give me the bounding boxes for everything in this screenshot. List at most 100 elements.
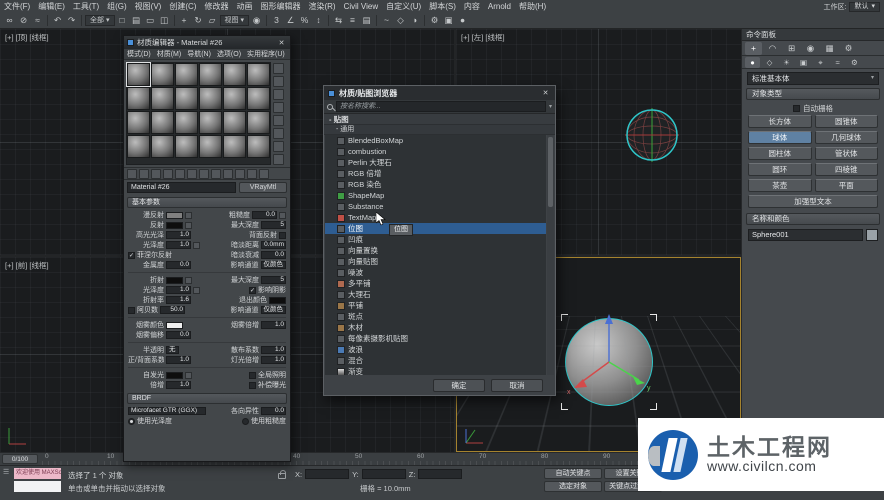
map-type-item[interactable]: 波浪 xyxy=(325,344,546,355)
use-roughness-radio[interactable] xyxy=(242,418,249,425)
object-color-swatch[interactable] xyxy=(866,229,878,241)
selected-objects-dropdown[interactable]: 选定对象 xyxy=(544,481,602,492)
map-type-item[interactable]: 向量贴图 xyxy=(325,256,546,267)
browser-titlebar[interactable]: 材质/贴图浏览器 ✕ xyxy=(324,86,555,100)
cone-button[interactable]: 圆锥体 xyxy=(815,115,879,128)
material-sample-slot[interactable] xyxy=(151,111,174,134)
geometry-icon[interactable]: ● xyxy=(745,57,760,68)
put-to-library-icon[interactable] xyxy=(187,169,197,179)
maps-group-header[interactable]: - 贴图 xyxy=(324,114,555,125)
fog-color-swatch[interactable] xyxy=(166,322,183,329)
tab-hierarchy-icon[interactable]: ⊞ xyxy=(783,42,800,55)
ok-button[interactable]: 确定 xyxy=(433,379,485,392)
bind-to-space-warp-icon[interactable]: ≈ xyxy=(31,14,44,27)
material-sample-slot[interactable] xyxy=(247,111,270,134)
map-type-item[interactable]: 向量置换 xyxy=(325,245,546,256)
material-sample-slot[interactable] xyxy=(127,63,150,86)
teapot-button[interactable]: 茶壶 xyxy=(748,179,812,192)
menu-graph-editors[interactable]: 图形编辑器 xyxy=(256,1,304,12)
snap-toggle-icon[interactable]: 3 xyxy=(270,14,283,27)
select-and-move-icon[interactable]: + xyxy=(178,14,191,27)
selection-filter-dropdown[interactable]: 全部 ▾ xyxy=(85,15,115,26)
diffuse-color-swatch[interactable] xyxy=(166,212,183,219)
refract-color-swatch[interactable] xyxy=(166,277,183,284)
viewport-label-top[interactable]: [+] [顶] [线框] xyxy=(5,32,49,43)
menu-views[interactable]: 视图(V) xyxy=(131,1,166,12)
selection-region-icon[interactable]: ▭ xyxy=(144,14,157,27)
roughness-spinner[interactable]: 0.0 xyxy=(252,211,277,219)
material-map-navigator-icon[interactable] xyxy=(259,169,269,179)
menu-tools[interactable]: 工具(T) xyxy=(69,1,103,12)
tab-motion-icon[interactable]: ◉ xyxy=(802,42,819,55)
refract-affect-channels-dropdown[interactable]: 仅颜色 xyxy=(261,306,287,314)
menu-scripting[interactable]: 脚本(S) xyxy=(425,1,460,12)
material-sample-slot[interactable] xyxy=(127,87,150,110)
sample-tiling-icon[interactable] xyxy=(273,102,284,113)
material-sample-slot[interactable] xyxy=(199,111,222,134)
map-type-item[interactable]: 噪波 xyxy=(325,267,546,278)
fog-mult-spinner[interactable]: 1.0 xyxy=(261,321,286,329)
z-coordinate-field[interactable] xyxy=(418,469,462,479)
render-setup-icon[interactable]: ⚙ xyxy=(428,14,441,27)
angle-snap-icon[interactable]: ∠ xyxy=(284,14,297,27)
map-type-item[interactable]: 多平铺 xyxy=(325,278,546,289)
autogrid-checkbox[interactable] xyxy=(793,105,800,112)
fog-bias-spinner[interactable]: 0.0 xyxy=(166,331,191,339)
undo-icon[interactable]: ↶ xyxy=(51,14,64,27)
cylinder-button[interactable]: 圆柱体 xyxy=(748,147,812,160)
maxscript-listener-input[interactable] xyxy=(14,481,61,492)
menu-civil-view[interactable]: Civil View xyxy=(340,2,383,11)
chevron-down-icon[interactable]: ▾ xyxy=(549,103,552,110)
select-and-rotate-icon[interactable]: ↻ xyxy=(192,14,205,27)
use-pivot-center-icon[interactable]: ◉ xyxy=(250,14,263,27)
material-id-icon[interactable] xyxy=(199,169,209,179)
layer-manager-icon[interactable]: ▤ xyxy=(360,14,373,27)
textplus-button[interactable]: 加强型文本 xyxy=(748,195,878,208)
geosphere-button[interactable]: 几何球体 xyxy=(815,131,879,144)
show-end-result-icon[interactable] xyxy=(223,169,233,179)
background-icon[interactable] xyxy=(273,89,284,100)
basic-parameters-rollout[interactable]: 基本参数 xyxy=(127,197,287,208)
material-sample-slot[interactable] xyxy=(127,111,150,134)
translucency-dropdown[interactable]: 无 xyxy=(166,346,179,354)
brdf-type-dropdown[interactable]: Microfacet GTR (GGX) xyxy=(128,407,206,415)
material-sample-slot[interactable] xyxy=(247,63,270,86)
refract-gloss-spinner[interactable]: 1.0 xyxy=(166,286,191,294)
menu-edit[interactable]: 编辑(E) xyxy=(34,1,69,12)
map-type-item[interactable]: 斑点 xyxy=(325,311,546,322)
map-type-item[interactable]: 凹痕 xyxy=(325,234,546,245)
map-button[interactable] xyxy=(185,277,192,284)
tab-display-icon[interactable]: ▦ xyxy=(821,42,838,55)
map-button[interactable] xyxy=(185,372,192,379)
spinner-snap-icon[interactable]: ↕ xyxy=(312,14,325,27)
abbe-spinner[interactable]: 50.0 xyxy=(160,306,185,314)
backlight-icon[interactable] xyxy=(273,76,284,87)
abbe-checkbox[interactable] xyxy=(128,307,135,314)
material-sample-slot[interactable] xyxy=(175,135,198,158)
box-button[interactable]: 长方体 xyxy=(748,115,812,128)
menu-help[interactable]: 帮助(H) xyxy=(515,1,550,12)
gi-checkbox[interactable] xyxy=(249,372,256,379)
sample-type-icon[interactable] xyxy=(273,63,284,74)
track-bar[interactable]: 0/100 0 10 20 30 40 50 60 70 80 90 100 xyxy=(0,452,741,465)
material-sample-slot[interactable] xyxy=(151,135,174,158)
general-group-header[interactable]: - 通用 xyxy=(324,125,555,135)
exit-color-swatch[interactable] xyxy=(269,297,286,304)
make-preview-icon[interactable] xyxy=(273,128,284,139)
menu-modifiers[interactable]: 修改器 xyxy=(200,1,232,12)
wireframe-sphere[interactable] xyxy=(625,108,679,162)
render-icon[interactable]: ● xyxy=(456,14,469,27)
listener-menu-icon[interactable]: ☰ xyxy=(3,469,9,477)
curve-editor-icon[interactable]: ~ xyxy=(380,14,393,27)
mult-spinner[interactable]: 1.0 xyxy=(166,381,191,389)
select-object-icon[interactable]: □ xyxy=(116,14,129,27)
reference-coordinate-dropdown[interactable]: 视图 ▾ xyxy=(220,15,250,26)
menu-file[interactable]: 文件(F) xyxy=(0,1,34,12)
map-type-item[interactable]: 平铺 xyxy=(325,300,546,311)
sphere-button[interactable]: 球体 xyxy=(748,131,812,144)
dim-falloff-spinner[interactable]: 0.0 xyxy=(261,251,286,259)
fresnel-checkbox[interactable] xyxy=(128,252,135,259)
gloss-spinner[interactable]: 1.0 xyxy=(166,241,191,249)
move-gizmo[interactable]: x y xyxy=(559,310,659,410)
max-depth-spinner[interactable]: 5 xyxy=(261,221,286,229)
